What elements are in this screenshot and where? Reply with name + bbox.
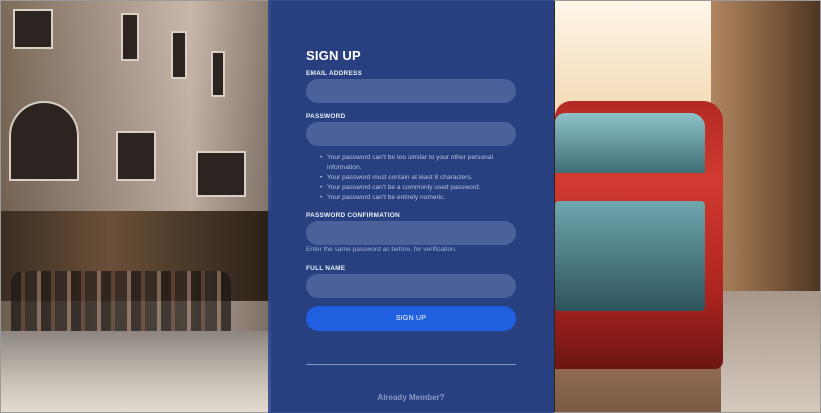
password-field[interactable] bbox=[306, 122, 516, 146]
form-title: SIGN UP bbox=[306, 48, 361, 63]
background-window bbox=[9, 101, 79, 181]
password-hint: Your password must contain at least 8 ch… bbox=[320, 173, 520, 183]
signup-panel: SIGN UP EMAIL ADDRESS PASSWORD Your pass… bbox=[268, 0, 554, 413]
background-window bbox=[211, 51, 225, 97]
background-window bbox=[116, 131, 156, 181]
background-window bbox=[196, 151, 246, 197]
background-bus-windshield bbox=[555, 201, 705, 311]
background-window bbox=[171, 31, 187, 79]
password-hint: Your password can't be too similar to yo… bbox=[320, 153, 520, 173]
sign-up-button[interactable]: SIGN UP bbox=[306, 306, 516, 331]
already-member-link[interactable]: Already Member? bbox=[268, 393, 554, 402]
password-label: PASSWORD bbox=[306, 113, 346, 120]
email-field[interactable] bbox=[306, 79, 516, 103]
password-hint: Your password can't be a commonly used p… bbox=[320, 183, 520, 193]
password-confirmation-field[interactable] bbox=[306, 221, 516, 245]
password-hints: Your password can't be too similar to yo… bbox=[320, 153, 520, 203]
background-building-right bbox=[711, 1, 820, 301]
background-sidewalk bbox=[721, 291, 820, 412]
background-window bbox=[13, 9, 53, 49]
password-confirmation-help: Enter the same password as before, for v… bbox=[306, 246, 457, 253]
divider bbox=[306, 364, 516, 365]
full-name-label: FULL NAME bbox=[306, 265, 346, 272]
password-hint: Your password can't be entirely numeric. bbox=[320, 193, 520, 203]
background-street bbox=[1, 331, 271, 412]
background-bus-window bbox=[555, 113, 705, 173]
background-window bbox=[121, 13, 139, 61]
email-label: EMAIL ADDRESS bbox=[306, 70, 363, 77]
full-name-field[interactable] bbox=[306, 274, 516, 298]
password-confirmation-label: PASSWORD CONFIRMATION bbox=[306, 212, 400, 219]
